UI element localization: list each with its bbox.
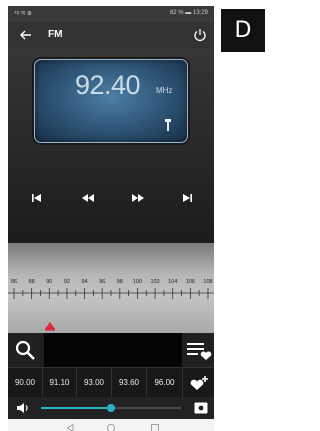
skip-previous-icon[interactable] — [28, 189, 46, 207]
app-bar: FM — [8, 22, 214, 48]
dial-label: 108 — [203, 279, 213, 285]
back-arrow-icon[interactable] — [16, 25, 36, 45]
dial-label: 90 — [46, 279, 53, 285]
signal-indicators: ⁴ᵍ ⁵ᵍ ⊕ — [14, 11, 32, 17]
dial-label: 102 — [150, 279, 160, 285]
volume-thumb[interactable] — [107, 404, 115, 412]
preset-button[interactable]: 93.00 — [77, 368, 112, 398]
preset-button[interactable]: 96.00 — [147, 368, 183, 398]
dial-label: 92 — [63, 279, 70, 285]
dial-label: 86 — [10, 279, 18, 285]
dial-label: 88 — [28, 279, 35, 285]
panel-label: D — [221, 9, 265, 52]
skip-next-icon[interactable] — [178, 189, 196, 207]
seek-forward-icon[interactable] — [129, 189, 147, 207]
nav-recents-icon[interactable] — [150, 420, 160, 431]
dial-label: 96 — [99, 279, 106, 285]
battery-time: 82 % ▬ 13:29 — [169, 10, 208, 16]
playback-controls — [8, 189, 214, 207]
app-title: FM — [48, 29, 63, 40]
tuning-dial[interactable]: 86 88 90 92 94 96 98 100 102 104 106 108 — [8, 243, 214, 333]
nav-home-icon[interactable] — [106, 420, 116, 431]
volume-fill — [41, 407, 111, 409]
status-bar: ⁴ᵍ ⁵ᵍ ⊕ 82 % ▬ 13:29 — [8, 6, 214, 22]
preset-button[interactable]: 93.60 — [112, 368, 147, 398]
dial-label: 100 — [132, 279, 143, 285]
dial-ticks — [8, 288, 214, 299]
preset-button[interactable]: 91.10 — [43, 368, 77, 398]
dial-label: 94 — [81, 279, 88, 285]
preset-button[interactable]: 90.00 — [8, 368, 43, 398]
tuning-pointer-icon[interactable] — [44, 318, 56, 331]
favorites-list-icon[interactable] — [182, 333, 214, 367]
dial-label: 106 — [185, 279, 195, 285]
search-field[interactable] — [44, 333, 182, 367]
nav-back-icon[interactable] — [65, 420, 75, 431]
navigation-bar — [8, 419, 214, 431]
search-icon[interactable] — [8, 333, 42, 367]
dial-label: 98 — [116, 279, 123, 285]
record-icon[interactable] — [194, 401, 208, 415]
volume-icon[interactable] — [16, 401, 30, 415]
seek-backward-icon[interactable] — [79, 189, 97, 207]
preset-bar: 90.00 91.10 93.00 93.60 96.00 — [8, 367, 214, 398]
frequency-value: 92.40 — [75, 70, 141, 100]
search-row — [8, 333, 214, 367]
frequency-display: 92.40 MHz — [34, 59, 188, 143]
volume-row — [8, 397, 214, 419]
volume-slider[interactable] — [41, 404, 181, 412]
power-icon[interactable] — [190, 25, 210, 45]
antenna-icon — [163, 118, 173, 132]
dial-label: 104 — [168, 279, 178, 285]
fm-radio-app: ⁴ᵍ ⁵ᵍ ⊕ 82 % ▬ 13:29 FM 92.40 MHz 86 88 … — [8, 6, 214, 431]
add-favorite-icon[interactable] — [184, 368, 214, 398]
frequency-unit: MHz — [156, 86, 173, 95]
